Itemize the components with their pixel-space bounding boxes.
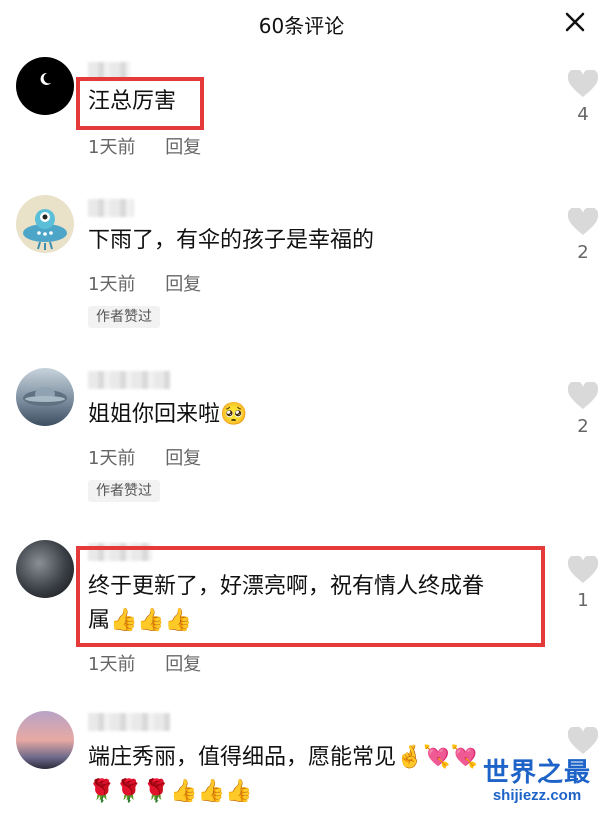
comment-time: 1天前 <box>88 274 136 295</box>
highlight-box <box>76 77 204 130</box>
like-count: 2 <box>577 416 589 437</box>
reply-button[interactable]: 回复 <box>165 448 201 469</box>
reply-button[interactable]: 回复 <box>165 274 201 295</box>
comment-text: 下雨了，有伞的孩子是幸福的 <box>88 228 375 253</box>
comment-text: 姐姐你回来啦🥺 <box>88 402 248 427</box>
username[interactable] <box>88 713 170 731</box>
like-count: 4 <box>577 104 589 125</box>
comment-time: 1天前 <box>88 448 136 469</box>
heart-icon <box>567 68 599 97</box>
like-button[interactable]: 1 <box>565 554 601 611</box>
comment-meta: 1天前 回复 <box>88 133 225 159</box>
comment-time: 1天前 <box>88 654 136 675</box>
watermark-url: shijiezz.com <box>492 787 582 804</box>
like-button[interactable]: 4 <box>565 68 601 125</box>
comment-time: 1天前 <box>88 137 136 158</box>
like-button[interactable]: 2 <box>565 380 601 437</box>
avatar[interactable] <box>16 540 74 598</box>
author-liked-badge: 作者赞过 <box>88 306 160 328</box>
comments-count-title: 60条评论 <box>258 14 345 38</box>
username[interactable] <box>88 371 170 389</box>
comment-text-line-2: 🌹🌹🌹👍👍👍 <box>88 779 253 804</box>
heart-icon <box>567 380 599 409</box>
comment-meta: 1天前 回复 <box>88 270 225 296</box>
username[interactable] <box>88 199 134 217</box>
like-count: 2 <box>577 242 589 263</box>
author-liked-badge: 作者赞过 <box>88 480 160 502</box>
comment-meta: 1天前 回复 <box>88 650 225 676</box>
watermark-title: 世界之最 <box>482 757 591 787</box>
reply-button[interactable]: 回复 <box>165 137 201 158</box>
like-count: 1 <box>577 590 589 611</box>
heart-icon <box>567 554 599 583</box>
highlight-box <box>76 546 545 647</box>
heart-icon <box>567 725 599 754</box>
avatar[interactable] <box>16 57 74 115</box>
heart-icon <box>567 206 599 235</box>
close-icon[interactable] <box>563 10 587 34</box>
avatar[interactable] <box>16 368 74 426</box>
comment-meta: 1天前 回复 <box>88 444 225 470</box>
comment-text-line-1: 端庄秀丽，值得细品，愿能常见🤞💘💘 <box>88 745 479 770</box>
avatar[interactable] <box>16 195 74 253</box>
comments-header: 60条评论 <box>0 0 603 44</box>
reply-button[interactable]: 回复 <box>165 654 201 675</box>
like-button[interactable]: 2 <box>565 206 601 263</box>
site-watermark: 世界之最 shijiezz.com <box>477 752 597 804</box>
avatar[interactable] <box>16 711 74 769</box>
